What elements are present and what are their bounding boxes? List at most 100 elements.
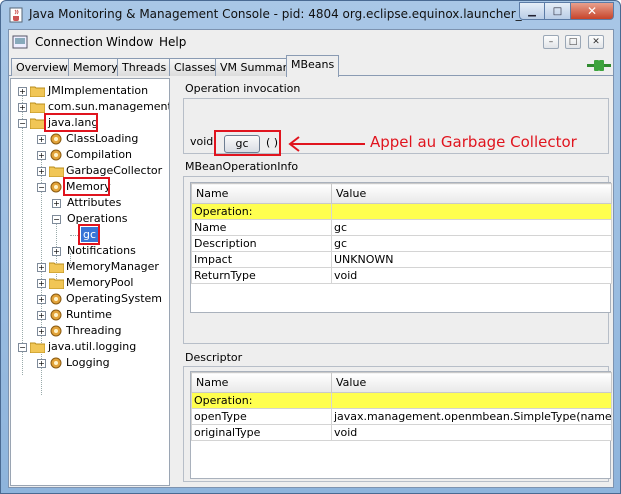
menu-help[interactable]: Help: [159, 35, 186, 49]
tree-item-jmimplementation[interactable]: JMImplementation: [48, 83, 148, 99]
title-bar[interactable]: Java Monitoring & Management Console - p…: [1, 1, 620, 29]
expand-notifications[interactable]: +: [52, 247, 61, 256]
jconsole-icon: [12, 35, 28, 49]
collapse-java-lang[interactable]: −: [18, 119, 27, 128]
collapse-java-util-logging[interactable]: −: [18, 343, 27, 352]
menu-window[interactable]: Window: [106, 35, 153, 49]
tree-item-logging[interactable]: Logging: [66, 355, 110, 371]
expand-compilation[interactable]: +: [37, 151, 46, 160]
column-header-name[interactable]: Name: [191, 183, 332, 204]
tree-item-memorypool[interactable]: MemoryPool: [66, 275, 134, 291]
expand-garbagecollector[interactable]: +: [37, 167, 46, 176]
annotation-arrow-icon: [288, 136, 365, 152]
group-label: Operation:: [191, 392, 332, 409]
tree-item-classloading[interactable]: ClassLoading: [66, 131, 138, 147]
cell-value: gc: [331, 219, 612, 236]
cell-name: openType: [191, 408, 332, 425]
mbean-icon: [50, 325, 62, 337]
expand-jmimplementation[interactable]: +: [18, 87, 27, 96]
expand-operatingsystem[interactable]: +: [37, 295, 46, 304]
tab-bar: Overview Memory Threads Classes VM Summa…: [9, 55, 613, 77]
folder-icon: [49, 262, 64, 273]
internal-minimize-button[interactable]: –: [543, 35, 559, 49]
highlight-box-java-lang: [44, 113, 98, 132]
tree-item-compilation[interactable]: Compilation: [66, 147, 132, 163]
java-coffee-icon: [9, 7, 23, 23]
mbean-icon: [50, 149, 62, 161]
tree-item-threading[interactable]: Threading: [66, 323, 121, 339]
tab-classes[interactable]: Classes: [169, 58, 221, 76]
mbean-icon: [50, 293, 62, 305]
expand-memorypool[interactable]: +: [37, 279, 46, 288]
tree-item-runtime[interactable]: Runtime: [66, 307, 112, 323]
folder-icon: [30, 102, 45, 113]
expand-runtime[interactable]: +: [37, 311, 46, 320]
cell-value: void: [331, 267, 612, 284]
operation-invocation-title: Operation invocation: [185, 82, 301, 95]
folder-open-icon: [30, 342, 45, 353]
mbean-detail-panel: Operation invocation void gc ( ) Appel a…: [177, 78, 613, 486]
column-header-value[interactable]: Value: [331, 183, 612, 204]
return-type-label: void: [190, 135, 214, 148]
expand-memorymanager[interactable]: +: [37, 263, 46, 272]
column-header-name[interactable]: Name: [191, 372, 332, 393]
folder-icon: [49, 166, 64, 177]
expand-com-sun-management[interactable]: +: [18, 103, 27, 112]
operation-info-title: MBeanOperationInfo: [185, 160, 299, 173]
expand-logging[interactable]: +: [37, 359, 46, 368]
params-label: ( ): [266, 136, 279, 149]
group-row: Operation:: [191, 203, 612, 220]
tab-mbeans[interactable]: MBeans: [286, 55, 340, 77]
table-row[interactable]: ReturnType void: [191, 267, 612, 284]
table-row[interactable]: openType javax.management.openmbean.Simp…: [191, 408, 612, 425]
group-label: Operation:: [191, 203, 332, 220]
cell-name: originalType: [191, 424, 332, 441]
collapse-operations[interactable]: −: [52, 215, 61, 224]
tab-memory[interactable]: Memory: [68, 58, 123, 76]
mbean-icon: [50, 309, 62, 321]
tree-item-java-util-logging[interactable]: java.util.logging: [48, 339, 136, 355]
connection-plug-icon[interactable]: [587, 58, 611, 72]
expand-attributes[interactable]: +: [52, 199, 61, 208]
maximize-button[interactable]: □: [545, 2, 571, 20]
table-row[interactable]: Impact UNKNOWN: [191, 251, 612, 268]
operation-info-table: Name Value Operation: Name gc Descriptio…: [191, 183, 612, 284]
expand-classloading[interactable]: +: [37, 135, 46, 144]
menu-bar: Connection Window Help – □ ✕: [9, 30, 613, 54]
group-row: Operation:: [191, 392, 612, 409]
table-row[interactable]: Name gc: [191, 219, 612, 236]
cell-name: Impact: [191, 251, 332, 268]
collapse-memory[interactable]: −: [37, 183, 46, 192]
minimize-button[interactable]: ▁: [519, 2, 545, 20]
cell-value: UNKNOWN: [331, 251, 612, 268]
descriptor-title: Descriptor: [185, 351, 243, 364]
tab-overview[interactable]: Overview: [11, 58, 73, 76]
folder-icon: [30, 86, 45, 97]
tree-item-notifications[interactable]: Notifications: [67, 243, 136, 259]
annotation-text: Appel au Garbage Collector: [370, 133, 577, 151]
close-button[interactable]: ✕: [571, 2, 614, 20]
tab-threads[interactable]: Threads: [117, 58, 172, 76]
split-pane-divider[interactable]: [171, 78, 176, 486]
mbean-tree[interactable]: + JMImplementation + com.sun.management …: [10, 78, 170, 486]
cell-value: javax.management.openmbean.SimpleType(na…: [331, 408, 612, 425]
highlight-box-memory: [63, 177, 110, 196]
descriptor-table: Name Value Operation: openType javax.man…: [191, 372, 612, 441]
table-row[interactable]: Description gc: [191, 235, 612, 252]
column-header-value[interactable]: Value: [331, 372, 612, 393]
mbean-icon: [50, 181, 62, 193]
folder-open-icon: [30, 118, 45, 129]
menu-connection[interactable]: Connection: [35, 35, 103, 49]
tree-item-attributes[interactable]: Attributes: [67, 195, 121, 211]
folder-icon: [49, 278, 64, 289]
tree-item-operatingsystem[interactable]: OperatingSystem: [66, 291, 162, 307]
internal-restore-button[interactable]: □: [565, 35, 581, 49]
internal-close-button[interactable]: ✕: [588, 35, 604, 49]
expand-threading[interactable]: +: [37, 327, 46, 336]
mbean-icon: [50, 133, 62, 145]
table-row[interactable]: originalType void: [191, 424, 612, 441]
tree-item-memorymanager[interactable]: MemoryManager: [66, 259, 159, 275]
client-area: Connection Window Help – □ ✕ Overview Me…: [8, 29, 614, 488]
invoke-gc-button[interactable]: gc: [224, 135, 260, 153]
highlight-box-gc: [78, 224, 100, 245]
